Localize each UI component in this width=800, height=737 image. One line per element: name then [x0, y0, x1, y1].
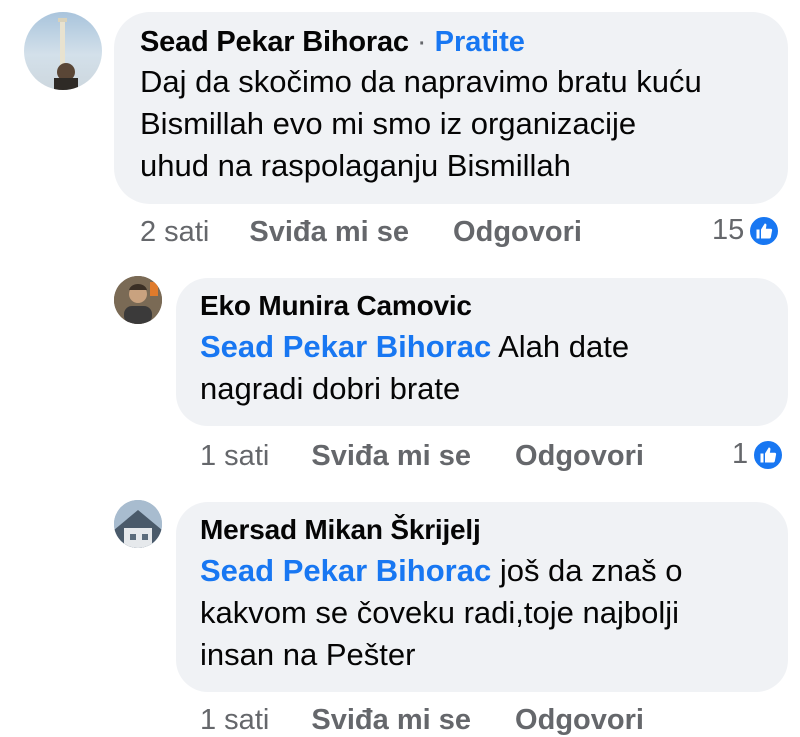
- comment-text: Sead Pekar Bihorac Alah date nagradi dob…: [200, 326, 764, 410]
- comment-text-line: nagradi dobri brate: [200, 371, 461, 406]
- avatar[interactable]: [114, 500, 162, 548]
- like-thumb-icon: [752, 438, 785, 471]
- comment-author[interactable]: Mersad Mikan Škrijelj: [200, 514, 764, 546]
- comment-time[interactable]: 1 sati: [200, 440, 269, 472]
- comment-text-line: insan na Pešter: [200, 637, 416, 672]
- comment-text: Daj da skočimo da napravimo bratu kuću B…: [140, 61, 762, 187]
- reaction-count: 1: [732, 438, 749, 470]
- comment-text-line: Alah date: [491, 329, 630, 364]
- comment-text-line: još da znaš o: [491, 553, 683, 588]
- comment-text-line: uhud na raspolaganju Bismillah: [140, 148, 571, 183]
- like-button[interactable]: Sviđa mi se: [311, 704, 471, 736]
- like-thumb-icon: [748, 214, 781, 247]
- comment-bubble: Sead Pekar Bihorac · Pratite Daj da skoč…: [114, 12, 788, 204]
- comment-text: Sead Pekar Bihorac još da znaš o kakvom …: [200, 550, 764, 676]
- reply-button[interactable]: Odgovori: [515, 440, 644, 472]
- comment-text-line: Bismillah evo mi smo iz organizacije: [140, 106, 637, 141]
- comment-bubble: Mersad Mikan Škrijelj Sead Pekar Bihorac…: [176, 502, 788, 692]
- reply-button[interactable]: Odgovori: [453, 216, 582, 248]
- comment-text-line: Daj da skočimo da napravimo bratu kuću: [140, 64, 702, 99]
- comment-meta: 1 sati Sviđa mi se Odgovori: [200, 440, 644, 473]
- reaction-summary[interactable]: 1: [732, 438, 785, 471]
- comment-text-line: kakvom se čoveku radi,toje najbolji: [200, 595, 680, 630]
- mention-link[interactable]: Sead Pekar Bihorac: [200, 553, 491, 588]
- reaction-count: 15: [712, 214, 745, 246]
- like-button[interactable]: Sviđa mi se: [249, 216, 409, 248]
- avatar[interactable]: [114, 276, 162, 324]
- comment-time[interactable]: 1 sati: [200, 704, 269, 736]
- comment-bubble: Eko Munira Camovic Sead Pekar Bihorac Al…: [176, 278, 788, 426]
- comment-meta: 1 sati Sviđa mi se Odgovori: [200, 704, 644, 737]
- avatar[interactable]: [24, 12, 102, 90]
- comment-meta: 2 sati Sviđa mi se Odgovori: [140, 216, 582, 249]
- mention-link[interactable]: Sead Pekar Bihorac: [200, 329, 491, 364]
- follow-button[interactable]: Pratite: [435, 26, 525, 58]
- comment-author[interactable]: Eko Munira Camovic: [200, 290, 764, 322]
- comment-time[interactable]: 2 sati: [140, 216, 209, 248]
- comment-author[interactable]: Sead Pekar Bihorac: [140, 26, 409, 58]
- separator: ·: [416, 26, 427, 58]
- reply-button[interactable]: Odgovori: [515, 704, 644, 736]
- like-button[interactable]: Sviđa mi se: [311, 440, 471, 472]
- reaction-summary[interactable]: 15: [712, 214, 781, 247]
